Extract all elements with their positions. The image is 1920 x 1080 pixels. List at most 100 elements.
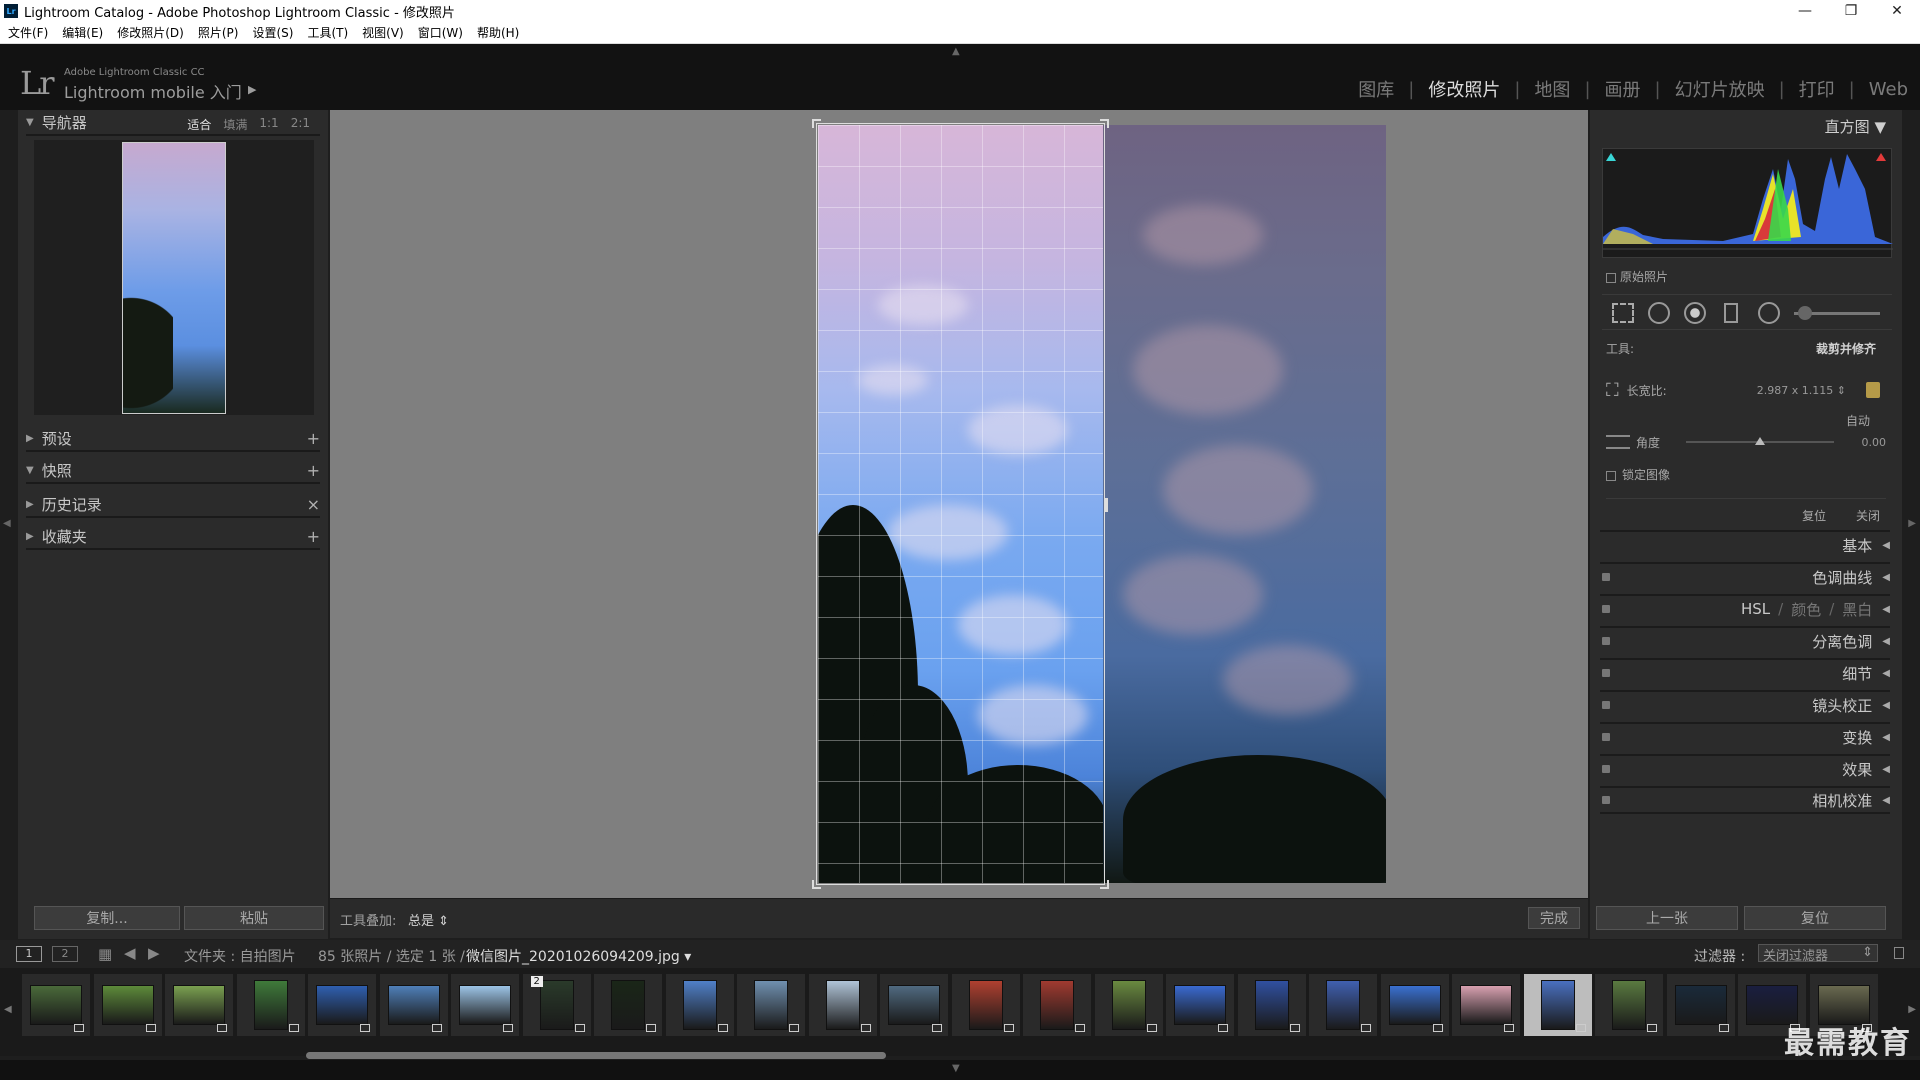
filmstrip-scrollbar[interactable] — [306, 1052, 886, 1059]
section-split-toning[interactable]: 分离色调 ◀ — [1600, 626, 1890, 654]
filmstrip-thumbnail[interactable] — [1094, 974, 1163, 1036]
back-arrow-icon[interactable]: ◀ — [124, 944, 136, 962]
crop-handle-right[interactable] — [1105, 498, 1108, 512]
module-print[interactable]: 打印 — [1799, 76, 1835, 102]
grid-view-icon[interactable]: ▦ — [98, 945, 112, 963]
paste-settings-button[interactable]: 粘贴 — [184, 906, 324, 930]
filmstrip-thumbnail[interactable] — [93, 974, 162, 1036]
filmstrip-thumbnail[interactable] — [808, 974, 877, 1036]
hsl-tab[interactable]: HSL — [1741, 600, 1770, 618]
filmstrip-thumbnail[interactable] — [1166, 974, 1234, 1036]
angle-slider[interactable] — [1686, 437, 1834, 445]
filmstrip-thumbnail[interactable] — [951, 974, 1020, 1036]
filmstrip-thumbnail[interactable]: 2 — [522, 974, 591, 1036]
collections-header[interactable]: ▶ 收藏夹 + — [26, 524, 320, 550]
filmstrip-thumbnail[interactable] — [1023, 974, 1091, 1036]
menu-photo[interactable]: 照片(P) — [198, 24, 239, 41]
panel-switch-icon[interactable] — [1602, 796, 1610, 804]
menu-view[interactable]: 视图(V) — [362, 24, 404, 41]
filter-lock-icon[interactable] — [1894, 947, 1904, 959]
navigator-preview[interactable] — [34, 140, 314, 415]
crop-reset-button[interactable]: 复位 — [1802, 509, 1826, 523]
angle-slider-thumb[interactable] — [1755, 437, 1765, 445]
section-effects[interactable]: 效果 ◀ — [1600, 754, 1890, 782]
top-panel-toggle-icon[interactable]: ▲ — [952, 46, 960, 57]
menu-file[interactable]: 文件(F) — [8, 24, 48, 41]
crop-handle-top-left[interactable] — [812, 119, 821, 128]
straighten-tool-icon[interactable] — [1606, 435, 1630, 449]
module-map[interactable]: 地图 — [1534, 76, 1570, 102]
source-path[interactable]: 文件夹 : 自拍图片 — [184, 946, 296, 966]
filmstrip-thumbnail[interactable] — [22, 974, 90, 1036]
panel-switch-icon[interactable] — [1602, 637, 1610, 645]
crop-frame-icon[interactable]: ⛶ — [1606, 380, 1619, 401]
menu-window[interactable]: 窗口(W) — [418, 24, 463, 41]
add-collection-icon[interactable]: + — [307, 527, 320, 546]
original-photo-toggle[interactable]: 原始照片 — [1606, 268, 1886, 285]
auto-straighten-button[interactable]: 自动 — [1606, 412, 1886, 429]
brush-size-knob[interactable] — [1798, 306, 1812, 320]
module-slideshow[interactable]: 幻灯片放映 — [1675, 76, 1765, 102]
bottom-arrow-icon[interactable]: ▼ — [952, 1063, 960, 1074]
left-panel-toggle-icon[interactable]: ◀ — [3, 518, 11, 529]
play-arrow-icon[interactable]: ▶ — [248, 83, 256, 96]
done-button[interactable]: 完成 — [1528, 907, 1580, 929]
zoom-fill[interactable]: 填满 — [223, 116, 247, 133]
filmstrip-thumbnail[interactable] — [1452, 974, 1520, 1036]
panel-switch-icon[interactable] — [1602, 733, 1610, 741]
spot-removal-icon[interactable] — [1648, 302, 1670, 324]
crop-frame[interactable] — [812, 119, 1109, 889]
histogram-header[interactable]: 直方图 ▼ — [1825, 116, 1886, 137]
photo-with-crop-overlay[interactable] — [812, 119, 1386, 889]
aspect-ratio-select[interactable]: 2.987 x 1.115 ⇕ — [1757, 384, 1846, 397]
zoom-2-1[interactable]: 2:1 — [291, 116, 310, 133]
filmstrip-thumbnail[interactable] — [308, 974, 376, 1036]
histogram[interactable] — [1602, 148, 1893, 258]
close-button[interactable]: ✕ — [1874, 0, 1920, 22]
filmstrip-thumbnail[interactable] — [1237, 974, 1306, 1036]
zoom-1-1[interactable]: 1:1 — [259, 116, 278, 133]
filmstrip[interactable]: ◀ ▶ 2 — [0, 968, 1920, 1056]
filmstrip-thumbnail[interactable] — [594, 974, 662, 1036]
module-library[interactable]: 图库 — [1358, 76, 1394, 102]
lock-image-toggle[interactable]: 锁定图像 — [1606, 466, 1886, 483]
panel-switch-icon[interactable] — [1602, 701, 1610, 709]
graduated-filter-icon[interactable] — [1724, 303, 1738, 323]
filmstrip-thumbnail[interactable] — [1309, 974, 1377, 1036]
menu-help[interactable]: 帮助(H) — [477, 24, 519, 41]
tool-overlay-select[interactable]: 总是 ⇕ — [408, 910, 449, 929]
forward-arrow-icon[interactable]: ▶ — [148, 944, 160, 962]
bottom-panel-toggle[interactable]: ▼ — [0, 1060, 1920, 1080]
red-eye-icon[interactable] — [1684, 302, 1706, 324]
menu-settings[interactable]: 设置(S) — [252, 24, 293, 41]
copy-settings-button[interactable]: 复制... — [34, 906, 180, 930]
menu-develop[interactable]: 修改照片(D) — [117, 24, 184, 41]
module-book[interactable]: 画册 — [1605, 76, 1641, 102]
menu-edit[interactable]: 编辑(E) — [62, 24, 103, 41]
maximize-button[interactable]: ❐ — [1828, 0, 1874, 22]
filmstrip-thumbnail-selected[interactable] — [1523, 974, 1592, 1036]
crop-tool-icon[interactable] — [1612, 303, 1634, 323]
radial-filter-icon[interactable] — [1758, 302, 1780, 324]
minimize-button[interactable]: — — [1782, 0, 1828, 22]
clear-history-icon[interactable]: × — [307, 495, 320, 514]
section-transform[interactable]: 变换 ◀ — [1600, 722, 1890, 750]
mobile-getting-started[interactable]: Lightroom mobile 入门 — [64, 79, 242, 103]
crop-handle-bottom-right[interactable] — [1100, 880, 1109, 889]
panel-switch-icon[interactable] — [1602, 605, 1610, 613]
angle-value[interactable]: 0.00 — [1862, 436, 1887, 449]
add-preset-icon[interactable]: + — [307, 429, 320, 448]
section-lens-corrections[interactable]: 镜头校正 ◀ — [1600, 690, 1890, 718]
filmstrip-thumbnail[interactable] — [451, 974, 519, 1036]
filmstrip-thumbnail[interactable] — [165, 974, 233, 1036]
navigator-header[interactable]: ▼ 导航器 适合 填满 1:1 2:1 — [26, 110, 320, 136]
right-panel-toggle-icon[interactable]: ▶ — [1908, 518, 1916, 529]
filmstrip-thumbnail[interactable] — [379, 974, 448, 1036]
filename[interactable]: 微信图片_20201026094209.jpg ▾ — [466, 946, 691, 966]
filmstrip-thumbnail[interactable] — [1380, 974, 1449, 1036]
crop-close-button[interactable]: 关闭 — [1856, 509, 1880, 523]
color-tab[interactable]: 颜色 — [1791, 599, 1821, 620]
filmstrip-thumbnail[interactable] — [880, 974, 948, 1036]
presets-header[interactable]: ▶ 预设 + — [26, 426, 320, 452]
section-detail[interactable]: 细节 ◀ — [1600, 658, 1890, 686]
